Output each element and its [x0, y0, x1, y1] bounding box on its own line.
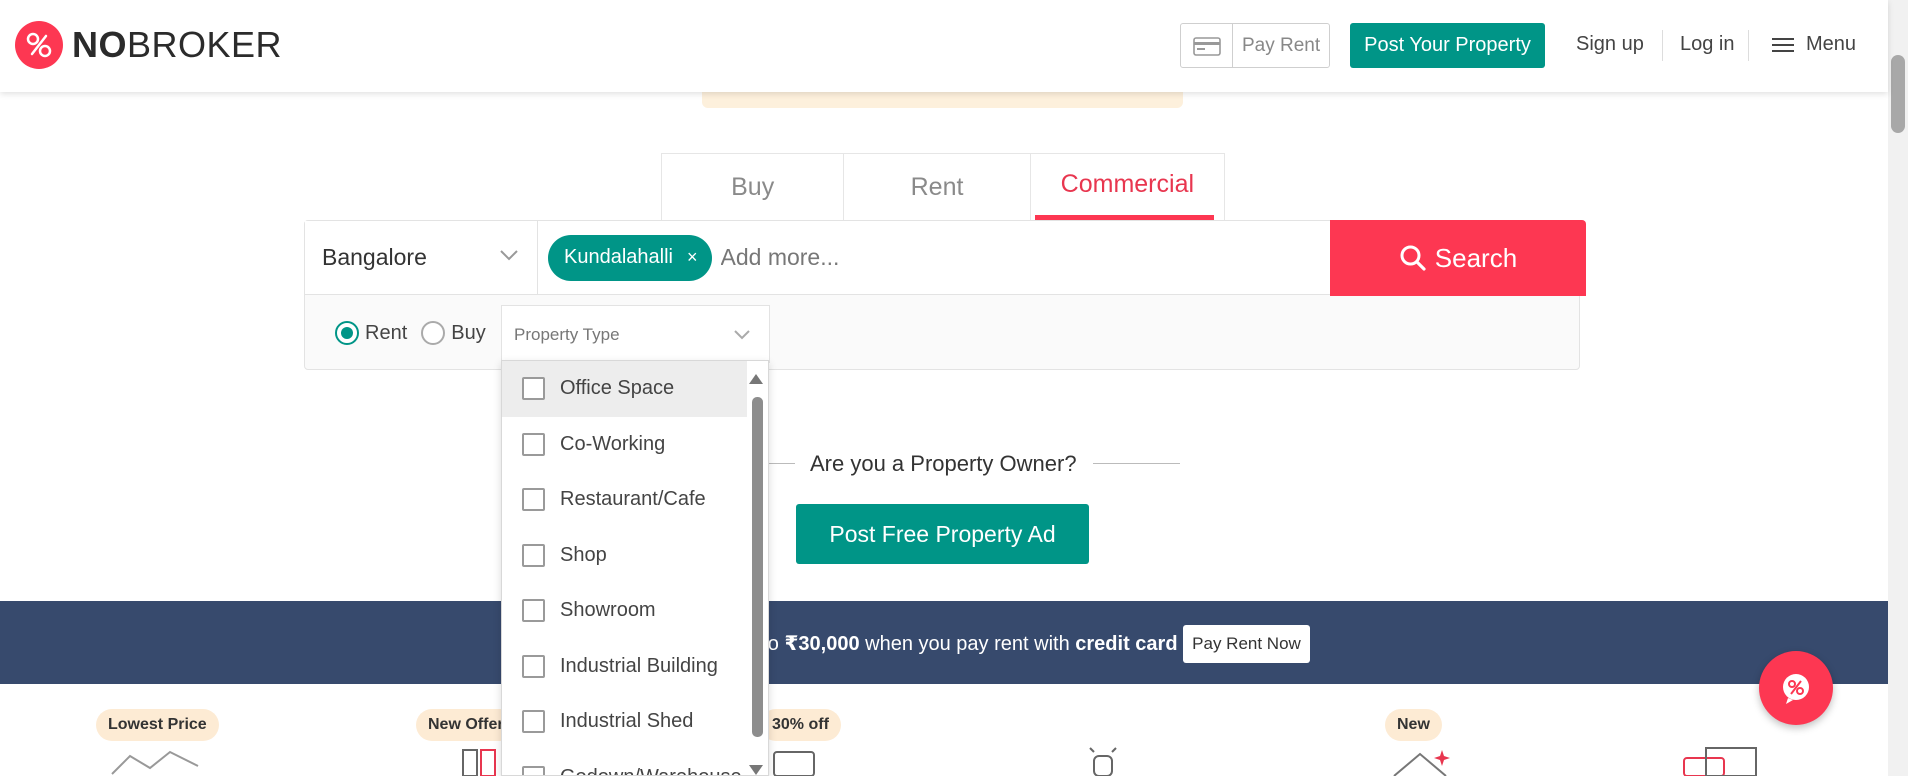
property-type-option[interactable]: Godown/Warehouse [502, 750, 747, 775]
search-button[interactable]: Search [1330, 220, 1586, 296]
lowest-price-icon[interactable] [110, 746, 200, 776]
scroll-up-arrow[interactable] [749, 374, 763, 384]
checkbox[interactable] [522, 599, 545, 623]
page-scrollbar[interactable] [1888, 0, 1908, 776]
search-icon [1400, 245, 1426, 271]
option-label: Showroom [560, 599, 656, 622]
promo-bar: upto ₹30,000 when you pay rent with cred… [0, 601, 1888, 684]
remove-chip-icon[interactable]: × [687, 247, 698, 268]
checkbox[interactable] [522, 432, 545, 456]
chat-icon [1783, 674, 1809, 704]
page-scrollbar-thumb[interactable] [1891, 55, 1905, 133]
property-type-option[interactable]: Shop [502, 528, 747, 584]
checkbox[interactable] [522, 377, 545, 401]
checkbox[interactable] [522, 488, 545, 512]
hamburger-icon [1772, 34, 1794, 56]
property-type-option[interactable]: Showroom [502, 583, 747, 639]
offer-icon[interactable] [460, 746, 500, 776]
signup-link[interactable]: Sign up [1576, 33, 1644, 56]
menu-label: Menu [1806, 33, 1857, 55]
promo-text: upto ₹30,000 when you pay rent with cred… [740, 633, 1178, 655]
locality-search: Kundalahalli × [538, 221, 1330, 295]
top-header: NOBROKER Pay Rent Post Your Property Sig… [0, 0, 1888, 92]
home-icon[interactable] [1390, 746, 1460, 776]
tab-rent[interactable]: Rent [844, 154, 1031, 221]
option-label: Office Space [560, 377, 675, 400]
tab-buy[interactable]: Buy [662, 154, 845, 221]
property-type-select[interactable]: Property Type [501, 305, 770, 363]
checkbox[interactable] [522, 654, 545, 678]
locality-chip-label: Kundalahalli [564, 246, 673, 268]
option-label: Co-Working [560, 432, 666, 455]
logo-icon [15, 21, 63, 69]
tab-commercial[interactable]: Commercial [1031, 154, 1224, 221]
search-panel: Bangalore Kundalahalli × Search Rent Buy… [304, 220, 1586, 370]
header-divider [1662, 30, 1663, 61]
post-free-property-ad-button[interactable]: Post Free Property Ad [796, 504, 1089, 564]
service-icon[interactable] [1086, 746, 1122, 776]
owner-question: Are you a Property Owner? [810, 451, 1077, 476]
rent-radio-label[interactable]: Rent [365, 322, 407, 345]
city-select[interactable]: Bangalore [305, 221, 538, 295]
property-type-option[interactable]: Industrial Building [502, 639, 747, 695]
discount-icon[interactable] [770, 746, 820, 776]
locality-input[interactable] [720, 244, 1121, 271]
search-tabs: Buy Rent Commercial [661, 153, 1225, 221]
menu-button[interactable]: Menu [1772, 33, 1856, 56]
post-your-property-button[interactable]: Post Your Property [1350, 23, 1545, 68]
rent-buy-toggle: Rent Buy [335, 321, 500, 345]
buy-radio-label[interactable]: Buy [451, 322, 485, 345]
service-badge: New [1385, 709, 1442, 741]
property-type-option[interactable]: Industrial Shed [502, 694, 747, 750]
page: NOBROKER Pay Rent Post Your Property Sig… [0, 0, 1908, 776]
option-label: Industrial Shed [560, 710, 694, 733]
option-label: Godown/Warehouse [560, 766, 742, 775]
locality-chip[interactable]: Kundalahalli × [548, 234, 712, 281]
login-link[interactable]: Log in [1680, 33, 1735, 56]
checkbox[interactable] [522, 710, 545, 734]
service-badge: Lowest Price [96, 709, 219, 741]
divider-line [1093, 463, 1180, 464]
option-label: Shop [560, 543, 607, 566]
logo-wordmark: NOBROKER [72, 24, 283, 65]
property-type-placeholder: Property Type [514, 324, 620, 344]
notice-banner [702, 92, 1183, 108]
checkbox[interactable] [522, 765, 545, 775]
option-label: Industrial Building [560, 654, 718, 677]
scroll-down-arrow[interactable] [749, 765, 763, 775]
buy-radio[interactable] [421, 321, 446, 345]
property-type-dropdown: Office Space Co-Working Restaurant/Cafe … [501, 360, 769, 776]
pay-rent-button[interactable]: Pay Rent [1180, 23, 1330, 68]
chat-button[interactable] [1759, 651, 1833, 725]
property-type-option[interactable]: Co-Working [502, 417, 747, 473]
travel-icon[interactable] [1680, 746, 1760, 776]
nobroker-logo[interactable]: NOBROKER [15, 21, 282, 69]
rent-radio[interactable] [335, 321, 359, 345]
property-type-option[interactable]: Restaurant/Cafe [502, 472, 747, 528]
divider-line [769, 463, 795, 464]
dropdown-scrollbar-thumb[interactable] [752, 397, 763, 737]
city-value: Bangalore [322, 244, 427, 270]
header-divider [1748, 30, 1749, 61]
option-label: Restaurant/Cafe [560, 488, 706, 511]
service-badge: 30% off [760, 709, 841, 741]
search-button-label: Search [1434, 242, 1518, 273]
chevron-down-icon [734, 330, 750, 340]
checkbox[interactable] [522, 543, 545, 567]
property-type-option[interactable]: Office Space [502, 361, 747, 417]
credit-card-icon [1181, 24, 1233, 67]
pay-rent-label: Pay Rent [1242, 34, 1321, 56]
pay-rent-now-button[interactable]: Pay Rent Now [1183, 625, 1310, 663]
chevron-down-icon [500, 250, 518, 261]
